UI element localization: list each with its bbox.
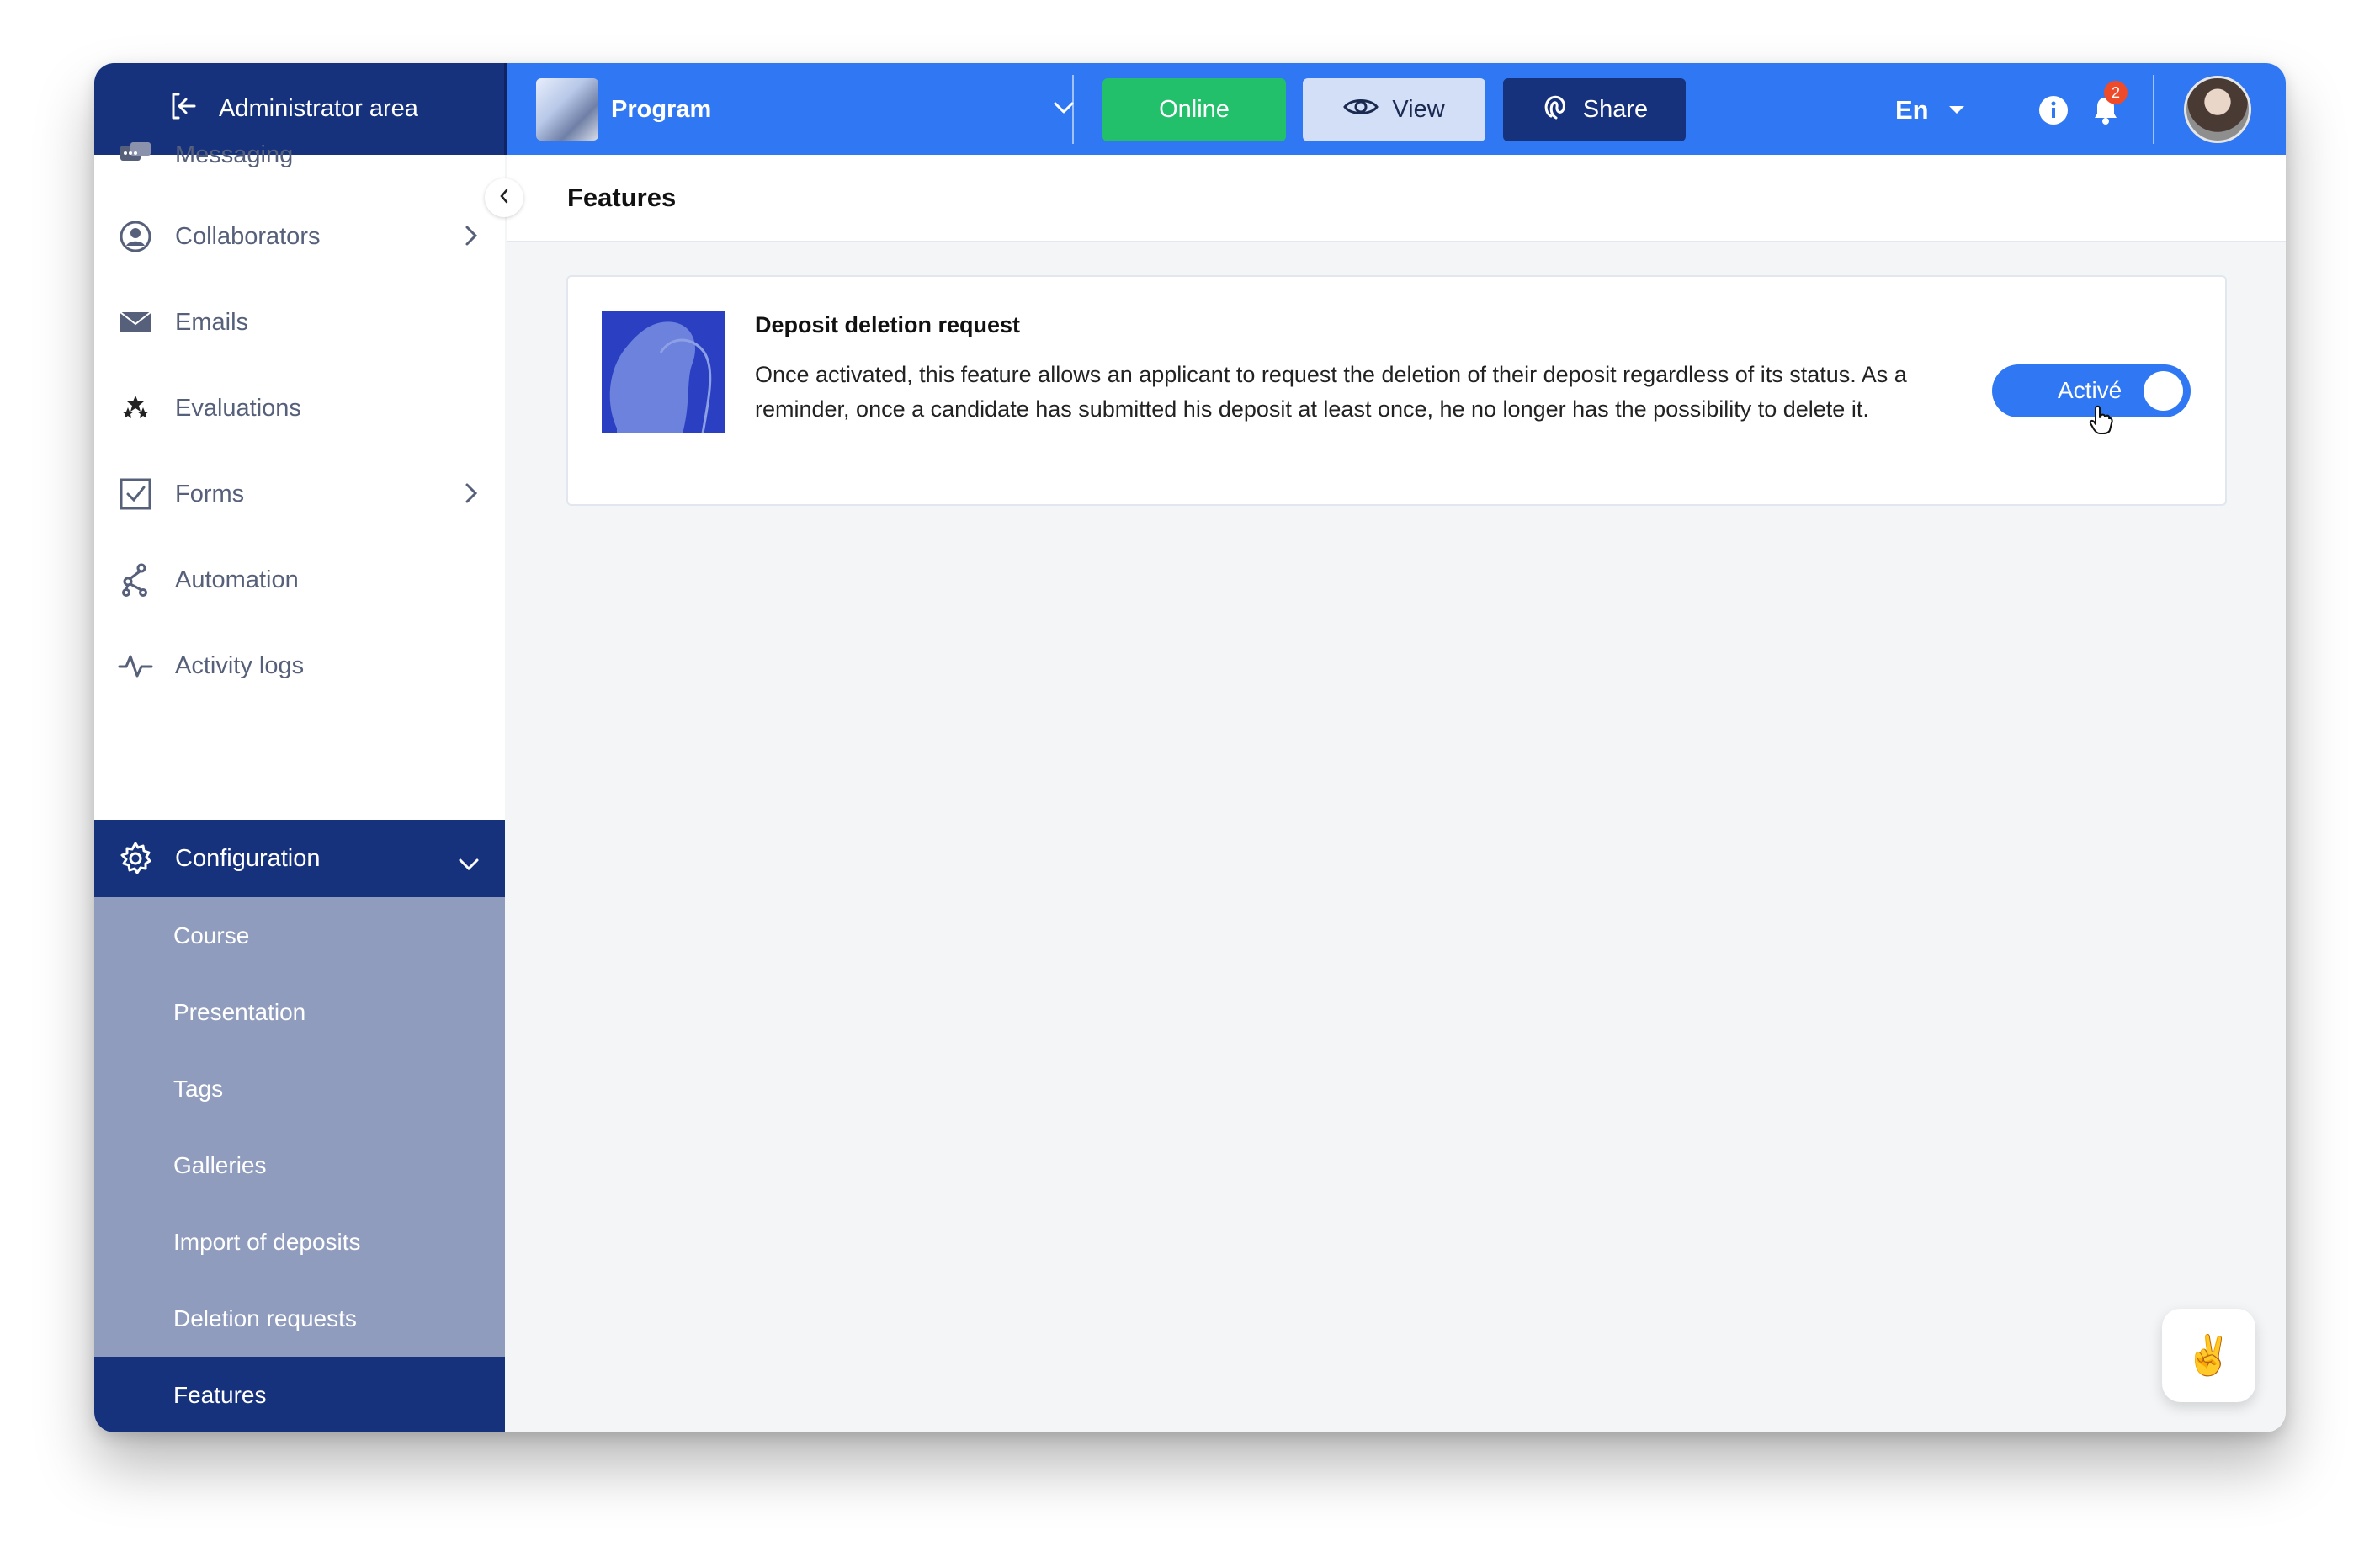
- collapse-sidebar-button[interactable]: [485, 178, 523, 217]
- sidebar-item-label: Messaging: [175, 141, 294, 168]
- chevron-down-icon: [458, 850, 480, 878]
- gear-icon: [117, 840, 154, 877]
- submenu-item-course[interactable]: Course: [94, 897, 505, 974]
- submenu-item-presentation[interactable]: Presentation: [94, 974, 505, 1050]
- chevron-right-icon: [465, 225, 478, 253]
- envelope-icon: [117, 304, 154, 341]
- user-icon: [117, 218, 154, 255]
- sidebar-item-collaborators[interactable]: Collaborators: [94, 198, 505, 275]
- share-button[interactable]: Share: [1503, 78, 1686, 141]
- sidebar: Messaging Collaborators Emails Evaluatio…: [94, 141, 505, 1432]
- page-header: Features: [507, 155, 2286, 242]
- toggle-label: Activé: [2058, 377, 2122, 403]
- sidebar-item-forms[interactable]: Forms: [94, 455, 505, 533]
- language-label: En: [1895, 94, 1929, 125]
- stars-icon: [117, 390, 154, 427]
- hand-cursor-icon: [2088, 405, 2113, 439]
- submenu-item-tags[interactable]: Tags: [94, 1050, 505, 1127]
- sidebar-item-activity-logs[interactable]: Activity logs: [94, 627, 505, 704]
- sidebar-item-evaluations[interactable]: Evaluations: [94, 369, 505, 447]
- program-thumbnail: [536, 78, 598, 141]
- info-icon[interactable]: [2038, 95, 2069, 130]
- sidebar-item-automation[interactable]: Automation: [94, 541, 505, 619]
- feature-title: Deposit deletion request: [755, 312, 1021, 337]
- caret-down-icon: [1948, 106, 1964, 114]
- sidebar-item-label: Automation: [175, 566, 299, 593]
- configuration-label: Configuration: [175, 844, 321, 872]
- program-title: Program: [611, 95, 712, 123]
- submenu-item-features[interactable]: Features: [94, 1357, 505, 1432]
- divider: [2153, 75, 2154, 144]
- victory-hand-icon: ✌️: [2184, 1333, 2234, 1377]
- sidebar-item-label: Activity logs: [175, 651, 305, 679]
- sidebar-item-label: Emails: [175, 308, 249, 336]
- toggle-knob: [2144, 371, 2183, 411]
- language-selector[interactable]: En: [1895, 78, 1964, 141]
- sidebar-item-messaging[interactable]: Messaging: [94, 116, 505, 194]
- online-label: Online: [1159, 96, 1230, 123]
- submenu-item-import-of-deposits[interactable]: Import of deposits: [94, 1204, 505, 1280]
- configuration-submenu: Course Presentation Tags Galleries Impor…: [94, 897, 505, 1432]
- notification-badge: 2: [2104, 81, 2128, 104]
- online-button[interactable]: Online: [1102, 78, 1286, 141]
- chat-icon: [117, 136, 154, 173]
- feature-illustration: [602, 311, 725, 433]
- help-button[interactable]: ✌️: [2162, 1309, 2255, 1402]
- feature-description: Once activated, this feature allows an a…: [755, 362, 1907, 422]
- divider: [1072, 75, 1074, 144]
- pulse-icon: [117, 647, 154, 684]
- program-selector[interactable]: Program: [536, 78, 1075, 141]
- checkbox-icon: [117, 476, 154, 513]
- view-label: View: [1392, 96, 1445, 123]
- view-button[interactable]: View: [1303, 78, 1485, 141]
- chevron-left-icon: [499, 189, 509, 208]
- app-window: Administrator area Program Online View S…: [94, 63, 2286, 1432]
- sidebar-item-label: Evaluations: [175, 394, 301, 422]
- page-title: Features: [567, 183, 677, 212]
- sidebar-item-configuration[interactable]: Configuration: [94, 820, 505, 897]
- flow-icon: [117, 561, 154, 598]
- share-icon: [1541, 93, 1583, 128]
- sidebar-item-emails[interactable]: Emails: [94, 284, 505, 361]
- share-label: Share: [1582, 96, 1649, 123]
- submenu-item-galleries[interactable]: Galleries: [94, 1127, 505, 1204]
- sidebar-item-label: Forms: [175, 480, 245, 507]
- avatar[interactable]: [2184, 76, 2251, 143]
- submenu-item-deletion-requests[interactable]: Deletion requests: [94, 1280, 505, 1357]
- sidebar-item-label: Collaborators: [175, 222, 321, 250]
- eye-icon: [1343, 95, 1392, 125]
- feature-card: Deposit deletion request Once activated,…: [566, 275, 2227, 506]
- chevron-right-icon: [465, 482, 478, 511]
